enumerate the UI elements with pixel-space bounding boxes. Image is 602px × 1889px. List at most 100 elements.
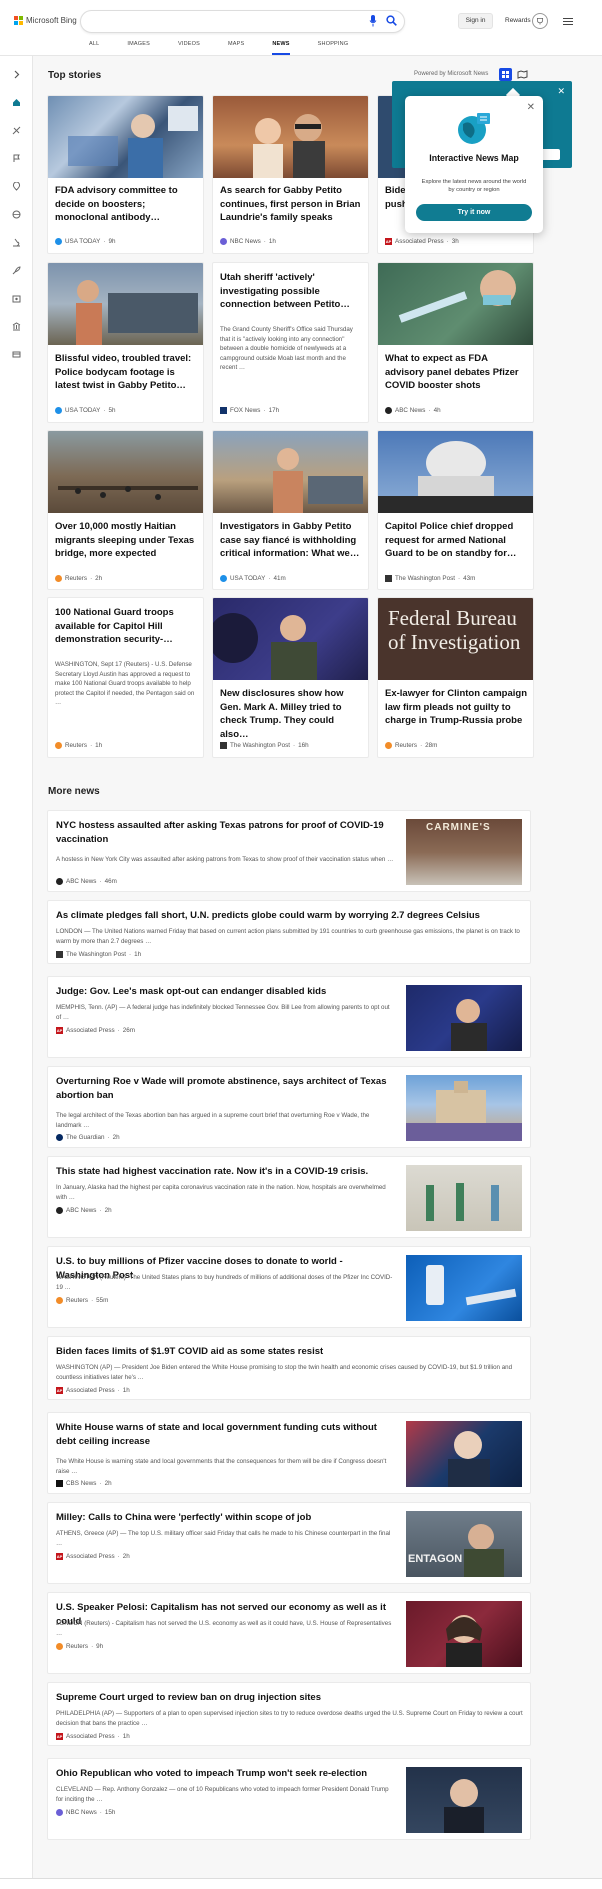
news-list-item[interactable]: Milley: Calls to China were 'perfectly' … bbox=[47, 1502, 531, 1584]
news-image bbox=[406, 1075, 522, 1141]
washington-post-logo-icon bbox=[56, 951, 63, 958]
story-title[interactable]: FDA advisory committee to decide on boos… bbox=[55, 184, 197, 225]
story-title[interactable]: Ex-lawyer for Clinton campaign law firm … bbox=[385, 687, 527, 728]
news-list-item[interactable]: U.S. to buy millions of Pfizer vaccine d… bbox=[47, 1246, 531, 1328]
news-list-item[interactable]: NYC hostess assaulted after asking Texas… bbox=[47, 810, 531, 892]
news-image bbox=[406, 1165, 522, 1231]
usa-today-logo-icon bbox=[220, 575, 227, 582]
tab-shopping[interactable]: SHOPPING bbox=[318, 41, 349, 55]
story-title[interactable]: Blissful video, troubled travel: Police … bbox=[55, 352, 197, 393]
story-card[interactable]: Utah sheriff 'actively' investigating po… bbox=[212, 262, 369, 423]
news-list-item[interactable]: Supreme Court urged to review ban on dru… bbox=[47, 1682, 531, 1746]
story-title[interactable]: Capitol Police chief dropped request for… bbox=[385, 520, 527, 561]
story-card[interactable]: As search for Gabby Petito continues, fi… bbox=[212, 95, 369, 254]
microphone-icon[interactable] bbox=[369, 15, 377, 27]
story-source: The Washington Post · 16h bbox=[220, 742, 309, 749]
story-card[interactable]: Over 10,000 mostly Haitian migrants slee… bbox=[47, 430, 204, 590]
story-title[interactable]: As search for Gabby Petito continues, fi… bbox=[220, 184, 362, 225]
news-source: The Washington Post · 1h bbox=[56, 951, 141, 958]
grid-view-icon[interactable] bbox=[499, 68, 512, 81]
expand-chevron-icon[interactable] bbox=[12, 70, 21, 79]
news-snippet: The legal architect of the Texas abortio… bbox=[56, 1112, 370, 1129]
news-title[interactable]: Milley: Calls to China were 'perfectly' … bbox=[56, 1511, 396, 1525]
story-card[interactable]: Investigators in Gabby Petito case say f… bbox=[212, 430, 369, 590]
story-image bbox=[378, 263, 533, 345]
close-icon[interactable]: ✕ bbox=[557, 86, 565, 97]
news-list-item[interactable]: Biden faces limits of $1.9T COVID aid as… bbox=[47, 1336, 531, 1400]
story-card[interactable]: New disclosures show how Gen. Mark A. Mi… bbox=[212, 597, 369, 758]
reuters-logo-icon bbox=[55, 742, 62, 749]
tab-images[interactable]: IMAGES bbox=[127, 41, 150, 55]
story-title[interactable]: Over 10,000 mostly Haitian migrants slee… bbox=[55, 520, 197, 561]
news-source: ABC News · 2h bbox=[56, 1207, 112, 1214]
search-tabs: ALL IMAGES VIDEOS MAPS NEWS SHOPPING bbox=[89, 41, 376, 55]
home-icon[interactable] bbox=[12, 98, 21, 107]
news-list-item[interactable]: Judge: Gov. Lee's mask opt-out can endan… bbox=[47, 976, 531, 1058]
story-card[interactable]: Capitol Police chief dropped request for… bbox=[377, 430, 534, 590]
map-view-icon[interactable] bbox=[516, 68, 529, 81]
story-title[interactable]: New disclosures show how Gen. Mark A. Mi… bbox=[220, 687, 362, 741]
news-image bbox=[406, 985, 522, 1051]
entertainment-icon[interactable] bbox=[12, 294, 21, 303]
hamburger-menu-icon[interactable] bbox=[563, 18, 573, 26]
news-list-item[interactable]: Overturning Roe v Wade will promote abst… bbox=[47, 1066, 531, 1148]
news-snippet: The White House is warning state and loc… bbox=[56, 1458, 387, 1475]
search-input[interactable] bbox=[91, 15, 341, 29]
search-icon[interactable] bbox=[386, 15, 397, 26]
tab-all[interactable]: ALL bbox=[89, 41, 99, 55]
news-title[interactable]: This state had highest vaccination rate.… bbox=[56, 1165, 396, 1179]
story-card[interactable]: Blissful video, troubled travel: Police … bbox=[47, 262, 204, 423]
news-title[interactable]: Overturning Roe v Wade will promote abst… bbox=[56, 1075, 396, 1103]
story-title[interactable]: 100 National Guard troops available for … bbox=[55, 606, 197, 647]
news-title[interactable]: NYC hostess assaulted after asking Texas… bbox=[56, 819, 396, 847]
more-news-heading: More news bbox=[48, 786, 100, 797]
reuters-logo-icon bbox=[385, 742, 392, 749]
news-title[interactable]: Supreme Court urged to review ban on dru… bbox=[56, 1691, 526, 1705]
money-card-icon[interactable] bbox=[12, 350, 21, 359]
news-title[interactable]: Judge: Gov. Lee's mask opt-out can endan… bbox=[56, 985, 396, 999]
microscope-icon[interactable] bbox=[12, 238, 21, 247]
popup-description: Explore the latest news around the world… bbox=[421, 179, 527, 193]
try-it-now-button[interactable]: Try it now bbox=[416, 204, 532, 221]
rewards-link[interactable]: Rewards bbox=[505, 17, 531, 24]
politics-building-icon[interactable] bbox=[12, 322, 21, 331]
associated-press-logo-icon: AP bbox=[56, 1387, 63, 1394]
bing-logo[interactable]: Microsoft Bing bbox=[14, 16, 77, 25]
news-title[interactable]: White House warns of state and local gov… bbox=[56, 1421, 396, 1449]
science-icon[interactable] bbox=[12, 126, 21, 135]
news-list-item[interactable]: As climate pledges fall short, U.N. pred… bbox=[47, 900, 531, 964]
news-list-item[interactable]: U.S. Speaker Pelosi: Capitalism has not … bbox=[47, 1592, 531, 1674]
location-pin-icon[interactable] bbox=[12, 182, 21, 191]
story-card[interactable]: Federal Bureau of Investigation Ex-lawye… bbox=[377, 597, 534, 758]
news-list-item[interactable]: Ohio Republican who voted to impeach Tru… bbox=[47, 1758, 531, 1840]
associated-press-logo-icon: AP bbox=[56, 1027, 63, 1034]
abc-news-logo-icon bbox=[56, 1207, 63, 1214]
close-icon[interactable]: ✕ bbox=[527, 102, 535, 113]
nbc-news-logo-icon bbox=[56, 1809, 63, 1816]
story-image bbox=[378, 431, 533, 513]
news-title[interactable]: As climate pledges fall short, U.N. pred… bbox=[56, 909, 526, 923]
news-title[interactable]: Ohio Republican who voted to impeach Tru… bbox=[56, 1767, 396, 1781]
top-stories-heading: Top stories bbox=[48, 70, 102, 81]
flag-icon[interactable] bbox=[12, 154, 21, 163]
news-title[interactable]: Biden faces limits of $1.9T COVID aid as… bbox=[56, 1345, 526, 1359]
tab-maps[interactable]: MAPS bbox=[228, 41, 244, 55]
rocket-icon[interactable] bbox=[12, 266, 21, 275]
rewards-trophy-icon[interactable] bbox=[532, 13, 548, 29]
story-title[interactable]: Utah sheriff 'actively' investigating po… bbox=[220, 271, 362, 312]
tab-videos[interactable]: VIDEOS bbox=[178, 41, 200, 55]
tab-news[interactable]: NEWS bbox=[272, 41, 290, 55]
search-box[interactable] bbox=[80, 10, 405, 33]
story-card[interactable]: 100 National Guard troops available for … bbox=[47, 597, 204, 758]
news-source: The Guardian · 2h bbox=[56, 1134, 120, 1141]
story-card[interactable]: What to expect as FDA advisory panel deb… bbox=[377, 262, 534, 423]
sign-in-button[interactable]: Sign in bbox=[458, 13, 493, 29]
pentagon-sign-text: ENTAGON bbox=[408, 1553, 463, 1565]
news-list-item[interactable]: This state had highest vaccination rate.… bbox=[47, 1156, 531, 1238]
news-list-item[interactable]: White House warns of state and local gov… bbox=[47, 1412, 531, 1494]
story-card[interactable]: FDA advisory committee to decide on boos… bbox=[47, 95, 204, 254]
story-title[interactable]: What to expect as FDA advisory panel deb… bbox=[385, 352, 527, 393]
story-title[interactable]: Investigators in Gabby Petito case say f… bbox=[220, 520, 362, 561]
story-source: USA TODAY · 9h bbox=[55, 238, 115, 245]
globe-icon[interactable] bbox=[12, 210, 21, 219]
